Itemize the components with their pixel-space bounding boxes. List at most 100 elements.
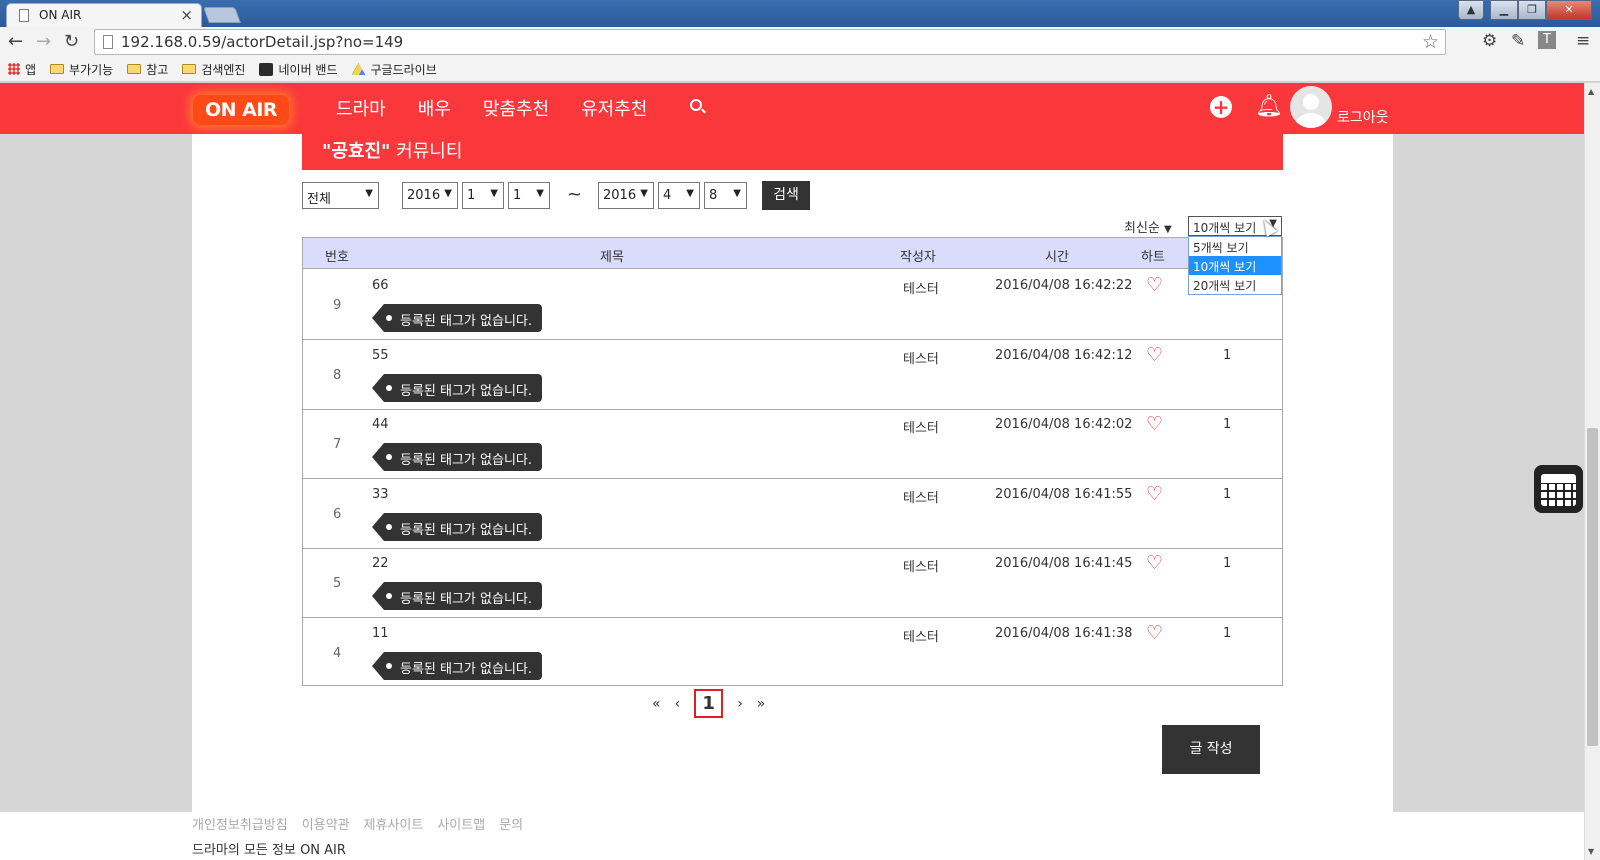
sort-select[interactable]: 최신순 ▼ <box>1124 217 1172 236</box>
bookmark-folder[interactable]: 참고 <box>127 61 168 78</box>
post-number: 5 <box>333 576 342 591</box>
heart-icon[interactable]: ♡ <box>1146 622 1163 644</box>
calendar-icon[interactable] <box>1534 465 1583 513</box>
post-title-link[interactable]: 33 <box>372 487 389 502</box>
post-author: 테스터 <box>903 629 939 645</box>
logout-link[interactable]: 로그아웃 <box>1337 107 1389 127</box>
post-time: 2016/04/08 16:42:02 <box>995 417 1133 432</box>
search-button[interactable]: 검색 <box>762 181 810 210</box>
bookmark-star-icon[interactable]: ☆ <box>1422 31 1439 53</box>
nav-user-recommend[interactable]: 유저추천 <box>581 95 647 121</box>
table-row[interactable]: 9 66 등록된 태그가 없습니다. 테스터 2016/04/08 16:42:22 ♡ <box>303 270 1282 340</box>
user-profile-button[interactable]: ▲ <box>1458 0 1484 20</box>
post-title-link[interactable]: 44 <box>372 417 389 432</box>
address-bar[interactable]: 192.168.0.59/actorDetail.jsp?no=149 ☆ <box>94 29 1446 55</box>
post-tag: 등록된 태그가 없습니다. <box>372 582 542 610</box>
footer-link-privacy[interactable]: 개인정보취급방침 <box>192 814 288 833</box>
col-title: 제목 <box>600 250 624 265</box>
per-page-option[interactable]: 20개씩 보기 <box>1189 275 1281 294</box>
extension-icon[interactable]: ✎ <box>1511 31 1525 51</box>
heart-icon[interactable]: ♡ <box>1146 483 1163 505</box>
first-page-button[interactable]: « <box>652 696 661 712</box>
post-time: 2016/04/08 16:41:38 <box>995 625 1133 641</box>
scroll-down-icon[interactable]: ▼ <box>1588 847 1594 856</box>
heart-icon[interactable]: ♡ <box>1146 274 1163 296</box>
end-year-select[interactable]: 2016 ▼ <box>598 182 654 209</box>
post-time: 2016/04/08 16:41:55 <box>995 486 1133 502</box>
scroll-up-icon[interactable]: ▲ <box>1588 87 1594 96</box>
page-scrollbar[interactable]: ▲ ▼ <box>1584 83 1600 860</box>
nav-custom-recommend[interactable]: 맞춤추천 <box>483 95 549 121</box>
main-content: "공효진" 커뮤니티 전체 ▼ 2016 ▼ 1 ▼ 1 ▼ ~ 2016 ▼ 4 ▼ 8 ▼… <box>192 134 1393 812</box>
main-nav: 드라마 배우 맞춤추천 유저추천 <box>336 95 647 121</box>
bookmark-apps[interactable]: 앱 <box>8 61 36 78</box>
minimize-button[interactable]: ▁ <box>1490 0 1518 20</box>
extension-t-icon[interactable]: T <box>1538 31 1556 49</box>
post-time: 2016/04/08 16:42:22 <box>995 278 1133 293</box>
post-number: 8 <box>333 367 342 383</box>
write-post-button[interactable]: 글 작성 <box>1162 725 1260 774</box>
table-row[interactable]: 7 44 등록된 태그가 없습니다. 테스터 2016/04/08 16:42:02 ♡ 1 <box>303 409 1282 479</box>
dropdown-arrow-icon: ▼ <box>640 188 648 199</box>
start-day-select[interactable]: 1 ▼ <box>508 182 550 209</box>
tab-title: ON AIR <box>39 8 82 22</box>
per-page-option[interactable]: 5개씩 보기 <box>1189 237 1281 256</box>
bell-icon[interactable]: 🔔︎ <box>1255 94 1283 119</box>
post-title-link[interactable]: 11 <box>372 626 389 641</box>
search-icon[interactable] <box>690 99 702 111</box>
gear-icon[interactable]: ⚙ <box>1482 31 1497 51</box>
bookmark-google-drive[interactable]: 구글드라이브 <box>351 61 437 78</box>
post-author: 테스터 <box>903 421 939 436</box>
menu-icon[interactable]: ≡ <box>1576 31 1590 51</box>
table-row[interactable]: 4 11 등록된 태그가 없습니다. 테스터 2016/04/08 16:41:38 ♡ 1 <box>303 618 1282 688</box>
new-tab-button[interactable] <box>203 7 241 23</box>
start-month-select[interactable]: 1 ▼ <box>462 182 504 209</box>
reload-icon[interactable]: ↻ <box>64 31 79 52</box>
start-year-select[interactable]: 2016 ▼ <box>402 182 458 209</box>
per-page-option[interactable]: 10개씩 보기 <box>1189 256 1281 275</box>
forward-icon[interactable]: → <box>36 31 51 52</box>
next-page-button[interactable]: › <box>737 696 743 712</box>
end-day-select[interactable]: 8 ▼ <box>704 182 747 209</box>
scroll-thumb[interactable] <box>1587 428 1598 746</box>
maximize-button[interactable]: ❐ <box>1518 0 1546 20</box>
bookmark-folder[interactable]: 부가기능 <box>50 61 113 78</box>
footer-link-contact[interactable]: 문의 <box>499 814 523 833</box>
footer-link-sitemap[interactable]: 사이트맵 <box>437 814 485 833</box>
footer-link-terms[interactable]: 이용약관 <box>302 814 350 833</box>
post-tag: 등록된 태그가 없습니다. <box>372 512 542 541</box>
back-icon[interactable]: ← <box>8 31 23 52</box>
page-icon <box>103 35 113 49</box>
bookmark-naver-band[interactable]: 네이버 밴드 <box>259 61 338 78</box>
current-page[interactable]: 1 <box>694 689 724 718</box>
heart-icon[interactable]: ♡ <box>1146 413 1163 435</box>
post-number: 6 <box>333 506 342 522</box>
post-title-link[interactable]: 66 <box>372 278 389 293</box>
post-time: 2016/04/08 16:41:45 <box>995 556 1133 571</box>
bookmark-folder[interactable]: 검색엔진 <box>182 61 245 78</box>
avatar[interactable] <box>1290 86 1332 128</box>
bookmarks-bar: 앱 부가기능 참고 검색엔진 네이버 밴드 구글드라이브 <box>0 57 1600 82</box>
browser-tab[interactable]: ON AIR × <box>6 3 202 27</box>
nav-drama[interactable]: 드라마 <box>336 95 386 121</box>
close-window-button[interactable]: ✕ <box>1546 0 1592 20</box>
post-title-link[interactable]: 22 <box>372 556 389 571</box>
table-row[interactable]: 6 33 등록된 태그가 없습니다. 테스터 2016/04/08 16:41:55 ♡ 1 <box>303 479 1282 549</box>
post-number: 9 <box>333 298 342 313</box>
last-page-button[interactable]: » <box>757 696 766 712</box>
footer-link-partners[interactable]: 제휴사이트 <box>364 814 424 833</box>
nav-actor[interactable]: 배우 <box>418 95 451 121</box>
dropdown-arrow-icon: ▼ <box>1164 224 1172 235</box>
heart-icon[interactable]: ♡ <box>1146 552 1163 574</box>
prev-page-button[interactable]: ‹ <box>675 696 681 712</box>
post-title-link[interactable]: 55 <box>372 348 389 363</box>
heart-icon[interactable]: ♡ <box>1146 344 1163 366</box>
end-month-select[interactable]: 4 ▼ <box>658 182 700 209</box>
table-row[interactable]: 5 22 등록된 태그가 없습니다. 테스터 2016/04/08 16:41:45 ♡ 1 <box>303 548 1282 618</box>
post-tag: 등록된 태그가 없습니다. <box>372 443 542 471</box>
add-icon[interactable]: + <box>1210 96 1232 118</box>
category-select[interactable]: 전체 ▼ <box>302 182 379 209</box>
site-logo[interactable]: ON AIR <box>193 95 289 125</box>
tab-close-icon[interactable]: × <box>180 6 193 24</box>
table-row[interactable]: 8 55 등록된 태그가 없습니다. 테스터 2016/04/08 16:42:12 ♡ 1 <box>303 340 1282 410</box>
